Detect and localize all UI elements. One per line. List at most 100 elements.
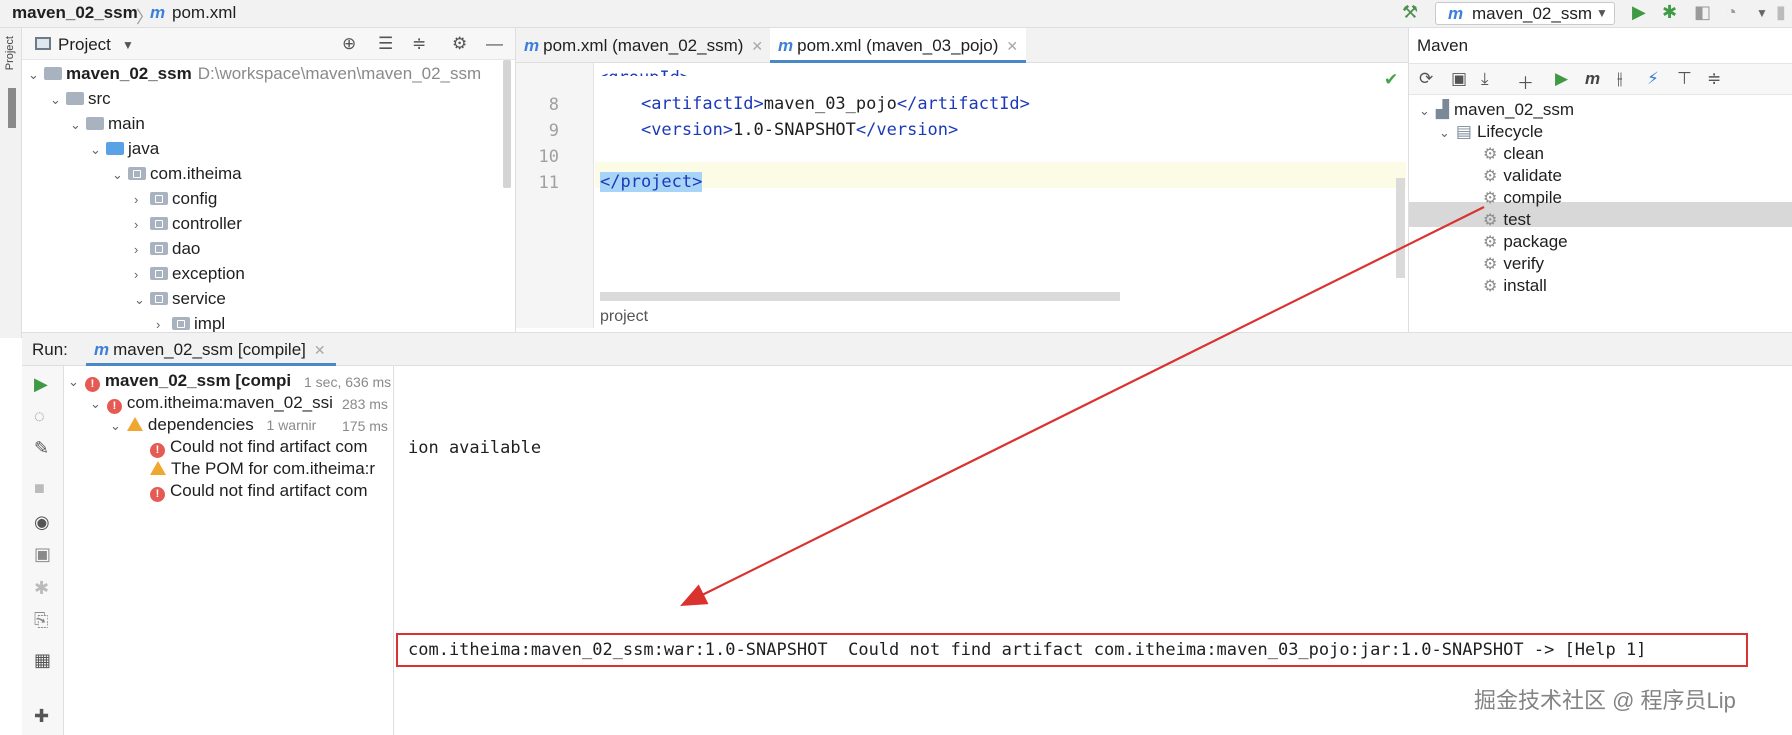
tree-item-project-root[interactable]: ⌄ maven_02_ssm D:\workspace\maven\maven_02…: [28, 64, 481, 89]
layout-icon[interactable]: ▦: [34, 650, 51, 671]
project-scrollbar[interactable]: [503, 60, 511, 188]
breadcrumb-project[interactable]: maven_02_ssm: [12, 3, 138, 23]
maven-icon: m: [1448, 4, 1464, 23]
editor-horizontal-scrollbar[interactable]: [600, 292, 1120, 301]
run-side-toolbar: ▶ ◌ ✎ ■ ◉ ▣ ✱ ⎘ ▦ ✚: [22, 366, 64, 735]
debug-icon[interactable]: ✱: [1662, 2, 1677, 23]
maven-toolbar: ⟳ ▣ ⤓ ＋ ▶ m ⫲ ⚡ ⊤ ≑: [1409, 63, 1792, 95]
xml-close-tag: </artifactId>: [896, 94, 1030, 114]
skip-tests-icon[interactable]: ⫲: [1617, 69, 1623, 89]
eye-icon[interactable]: ◉: [34, 512, 50, 533]
collapse-all-icon[interactable]: ≑: [412, 34, 426, 54]
coverage-icon[interactable]: ◧: [1694, 2, 1711, 23]
tree-item-service[interactable]: ⌄ service: [134, 289, 226, 314]
chevron-down-icon[interactable]: ⌄: [90, 142, 106, 158]
tree-item-label: java: [128, 139, 160, 158]
close-icon[interactable]: ✕: [751, 38, 763, 54]
run-tab[interactable]: m maven_02_ssm [compile] ✕: [86, 333, 336, 366]
tree-item-main[interactable]: ⌄ main: [70, 114, 145, 139]
hide-panel-icon[interactable]: —: [486, 34, 503, 54]
maven-file-icon: m: [150, 3, 166, 22]
code-line-8[interactable]: <artifactId>maven_03_pojo</artifactId>: [600, 94, 1030, 114]
watermark: 掘金技术社区 @ 程序员Lip: [1474, 688, 1736, 713]
chevron-right-icon[interactable]: ›: [134, 192, 150, 207]
build-hammer-icon[interactable]: ⚒: [1402, 2, 1418, 23]
download-icon[interactable]: ⤓: [1481, 69, 1489, 89]
chevron-right-icon[interactable]: ›: [156, 317, 172, 332]
run-configuration-selector[interactable]: m maven_02_ssm ▼: [1435, 2, 1615, 25]
tree-item-com-itheima[interactable]: ⌄ com.itheima: [112, 164, 242, 189]
tree-item-controller[interactable]: › controller: [134, 214, 242, 239]
tree-item-dao[interactable]: › dao: [134, 239, 200, 264]
chevron-down-icon[interactable]: ⌄: [1439, 125, 1450, 140]
run-icon[interactable]: ▶: [1632, 2, 1646, 23]
tree-item-exception[interactable]: › exception: [134, 264, 245, 289]
console-output[interactable]: ion available com.itheima:maven_02_ssm:w…: [394, 366, 1792, 735]
tree-item-java[interactable]: ⌄ java: [90, 139, 159, 164]
chevron-down-icon[interactable]: ⌄: [50, 92, 66, 108]
bug-icon[interactable]: ✱: [34, 578, 49, 599]
no-problems-check-icon[interactable]: ✔: [1384, 70, 1398, 90]
chevron-down-icon[interactable]: ⌄: [1419, 103, 1430, 118]
tab-pom-maven-03-pojo[interactable]: m pom.xml (maven_03_pojo) ✕: [770, 28, 1027, 63]
chevron-down-icon[interactable]: ▼: [122, 38, 134, 52]
locate-file-icon[interactable]: ⊕: [342, 34, 356, 54]
project-view-selector[interactable]: Project: [58, 35, 111, 55]
gear-icon[interactable]: ⚙: [452, 34, 467, 54]
selected-row-highlight: [1409, 202, 1792, 227]
profile-icon[interactable]: ◔: [1726, 2, 1737, 23]
generate-sources-icon[interactable]: ▣: [1451, 69, 1467, 89]
warning-icon: [126, 417, 143, 431]
pin-icon[interactable]: ✚: [34, 706, 49, 727]
editor-vertical-scrollbar[interactable]: [1396, 178, 1405, 278]
tree-item-src[interactable]: ⌄ src: [50, 89, 111, 114]
close-icon[interactable]: ✕: [1006, 38, 1018, 54]
chevron-down-icon[interactable]: ⌄: [110, 418, 121, 433]
chevron-down-icon: ▼: [1596, 6, 1608, 20]
editor-breadcrumb[interactable]: project: [600, 308, 648, 326]
show-dependencies-icon[interactable]: ⊤: [1677, 69, 1692, 89]
toggle-offline-icon[interactable]: ◌: [34, 406, 45, 427]
chevron-right-icon[interactable]: ›: [134, 242, 150, 257]
camera-icon[interactable]: ▣: [34, 544, 51, 565]
more-actions-icon[interactable]: ▼: [1756, 6, 1768, 20]
execute-goal-icon[interactable]: m: [1585, 69, 1600, 89]
tree-item-impl[interactable]: › impl: [156, 314, 225, 332]
chevron-down-icon[interactable]: ⌄: [70, 117, 86, 133]
chevron-right-icon[interactable]: ›: [134, 217, 150, 232]
console-error-line: com.itheima:maven_02_ssm:war:1.0-SNAPSHO…: [408, 640, 1647, 660]
project-tool-window-button[interactable]: Project: [4, 36, 16, 70]
close-icon[interactable]: ✕: [314, 342, 326, 358]
reload-icon[interactable]: ⟳: [1419, 69, 1433, 89]
breadcrumb-file[interactable]: pom.xml: [172, 3, 236, 23]
rerun-icon[interactable]: ▶: [34, 374, 48, 395]
chevron-down-icon[interactable]: ⌄: [112, 167, 128, 183]
package-icon: [150, 242, 168, 255]
line-number: 9: [548, 121, 559, 141]
goal-label: package: [1503, 232, 1568, 251]
tree-node-error[interactable]: ! Could not find artifact com: [150, 481, 367, 506]
stop-icon[interactable]: ■: [34, 478, 45, 499]
chevron-down-icon[interactable]: ⌄: [28, 67, 44, 83]
stop-icon[interactable]: ▮: [1776, 2, 1786, 23]
wrench-icon[interactable]: ✎: [34, 438, 49, 459]
expand-all-icon[interactable]: ☰: [378, 34, 393, 54]
chevron-down-icon[interactable]: ⌄: [90, 396, 101, 411]
chevron-down-icon[interactable]: ⌄: [134, 292, 150, 308]
run-icon[interactable]: ▶: [1555, 69, 1568, 89]
tool-window-strip: Project: [0, 28, 22, 338]
tab-pom-maven-02-ssm[interactable]: m pom.xml (maven_02_ssm) ✕: [524, 28, 763, 63]
collapse-all-icon[interactable]: ≑: [1707, 69, 1721, 89]
xml-open-tag: <artifactId>: [640, 94, 764, 114]
tree-node-label: The POM for com.itheima:r: [171, 459, 376, 478]
add-icon[interactable]: ＋: [1517, 69, 1534, 94]
chevron-right-icon[interactable]: ›: [134, 267, 150, 282]
code-line-9[interactable]: <version>1.0-SNAPSHOT</version>: [600, 120, 958, 140]
tree-item-config[interactable]: › config: [134, 189, 217, 214]
chevron-down-icon[interactable]: ⌄: [68, 374, 79, 389]
goal-install[interactable]: ⚙ install: [1483, 276, 1547, 301]
offline-mode-icon[interactable]: ⚡: [1647, 69, 1659, 89]
code-line-11[interactable]: </project>: [600, 172, 703, 192]
goal-label: compile: [1503, 188, 1562, 207]
exit-icon[interactable]: ⎘: [34, 610, 48, 631]
